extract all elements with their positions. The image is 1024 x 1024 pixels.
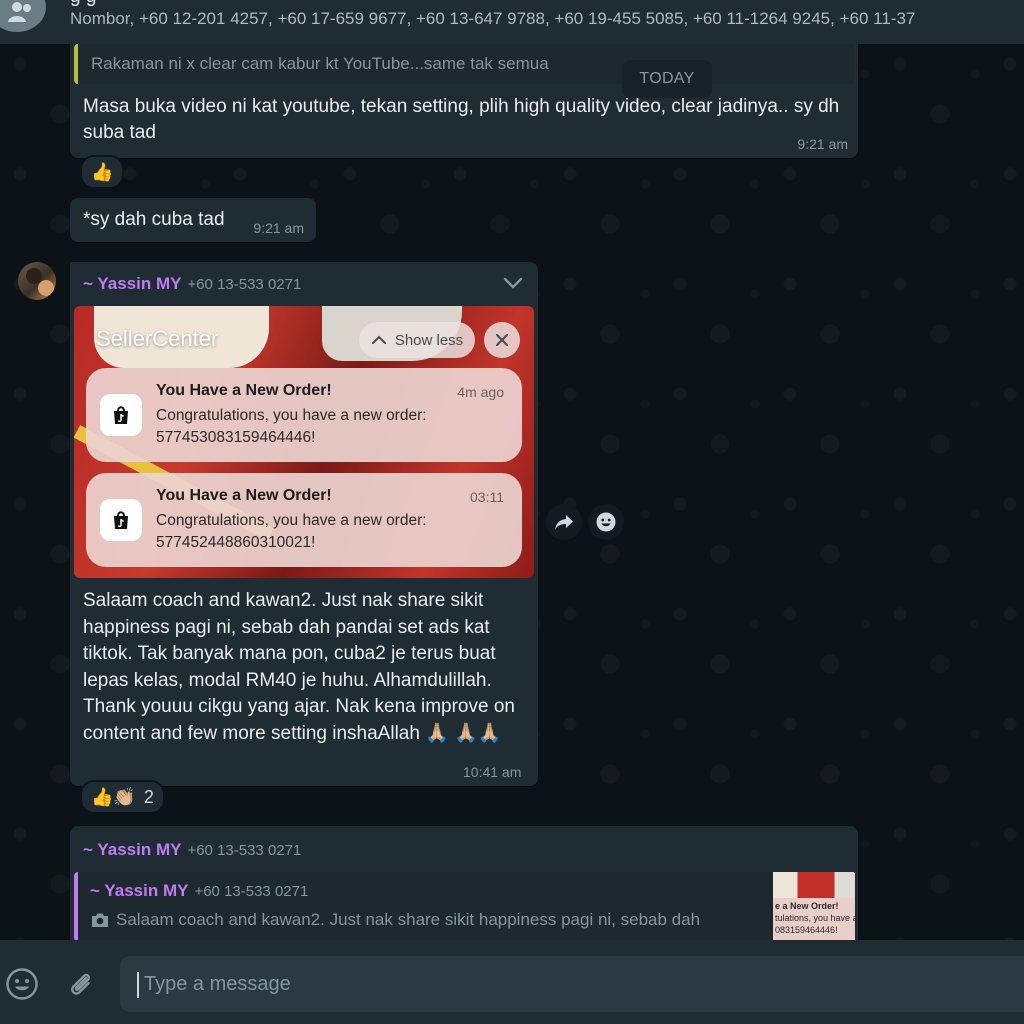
quoted-message[interactable]: ~ Yassin MY +60 13-533 0271 Salaam coach …	[74, 872, 856, 942]
emoji-icon	[596, 512, 616, 532]
show-less-label: Show less	[394, 331, 464, 349]
message-text: Salaam coach and kawan2. Just nak share …	[83, 590, 515, 744]
message-time: 9:21 am	[253, 220, 304, 236]
message-bubble[interactable]: Rakaman ni x clear cam kabur kt YouTube.…	[70, 44, 858, 158]
sender-line: ~ Yassin MY +60 13-533 0271	[83, 274, 301, 294]
chevron-down-icon[interactable]	[502, 276, 524, 290]
notification-time: 03:11	[470, 489, 504, 505]
group-avatar[interactable]	[0, 0, 46, 32]
participants-list: Nombor, +60 12-201 4257, +60 17-659 9677…	[70, 9, 916, 28]
quote-text: Salaam coach and kawan2. Just nak share …	[116, 910, 701, 929]
chevron-up-icon	[371, 335, 386, 344]
composer-bar	[0, 940, 1024, 1024]
message-time: 9:21 am	[797, 136, 848, 152]
quote-sender-line: ~ Yassin MY +60 13-533 0271	[90, 881, 308, 901]
avatar[interactable]	[18, 262, 56, 300]
seller-center-label: SellerCenter	[96, 326, 219, 351]
forward-button[interactable]	[546, 504, 582, 540]
sender-phone: +60 13-533 0271	[187, 276, 302, 293]
message-time: 10:41 am	[463, 764, 522, 780]
notification-body: Congratulations, you have a new order: 5…	[156, 407, 427, 446]
message-text: *sy dah cuba tad	[83, 209, 225, 230]
image-attachment[interactable]: SellerCenter Show less You Have a New Or…	[74, 306, 534, 578]
tiktok-shop-icon	[114, 511, 128, 529]
group-avatar-icon	[8, 2, 31, 22]
quote-bar	[74, 872, 78, 942]
emoji-icon	[6, 968, 38, 1000]
notification-title: You Have a New Order!	[156, 382, 332, 399]
chat-title: g g	[70, 0, 96, 8]
emoji-button[interactable]	[4, 966, 40, 1002]
forward-icon	[555, 515, 573, 530]
thumbnail-text: e a New Order! tulations, you have a ne …	[775, 900, 855, 936]
text-caret	[137, 972, 139, 998]
close-button	[484, 322, 520, 358]
chat-header[interactable]: g g Nombor, +60 12-201 4257, +60 17-659 …	[0, 0, 1024, 44]
sender-name[interactable]: ~ Yassin MY	[83, 274, 181, 293]
message-input[interactable]	[120, 956, 1024, 1012]
reaction-badge[interactable]: 👍👏🏼 2	[80, 780, 165, 814]
thumbnail-line: 083159464446!	[775, 925, 838, 935]
sender-line: ~ Yassin MY +60 13-533 0271	[83, 840, 301, 860]
notification-title: You Have a New Order!	[156, 487, 332, 504]
tiktok-shop-icon	[114, 406, 128, 424]
quote-bar	[74, 44, 78, 84]
sender-phone: +60 13-533 0271	[187, 842, 302, 859]
thumbnail-line: e a New Order!	[775, 901, 839, 911]
close-icon	[496, 334, 508, 346]
reaction-emoji: 👍	[91, 161, 114, 182]
thumbnail-line: tulations, you have a ne	[775, 913, 855, 923]
reaction-badge[interactable]: 👍	[80, 155, 125, 189]
message-bubble[interactable]: ~ Yassin MY +60 13-533 0271 ~ Yassin MY +6…	[70, 826, 858, 956]
reaction-emoji: 👍👏🏼	[91, 786, 136, 807]
quote-body: Salaam coach and kawan2. Just nak share …	[90, 910, 700, 930]
thumbnail-image	[773, 872, 855, 898]
attach-icon	[71, 973, 91, 995]
message-text: Masa buka video ni kat youtube, tekan se…	[83, 96, 840, 143]
react-button[interactable]	[588, 504, 624, 540]
avatar-detail	[38, 280, 54, 296]
camera-icon	[92, 913, 108, 927]
quoted-message[interactable]: Rakaman ni x clear cam kabur kt YouTube.…	[74, 44, 854, 84]
reaction-count: 2	[143, 786, 154, 807]
attach-button[interactable]	[62, 966, 98, 1002]
quote-thumbnail: e a New Order! tulations, you have a ne …	[773, 872, 855, 942]
notification-time: 4m ago	[457, 384, 504, 400]
show-less-button: Show less	[359, 322, 475, 358]
message-bubble[interactable]: *sy dah cuba tad 9:21 am	[70, 198, 316, 242]
quote-sender-phone: +60 13-533 0271	[194, 883, 309, 900]
app-icon	[100, 499, 142, 541]
notification-card: You Have a New Order! 4m ago Congratulat…	[86, 368, 522, 462]
quote-sender-name: ~ Yassin MY	[90, 881, 189, 900]
notification-card: You Have a New Order! 03:11 Congratulati…	[86, 473, 522, 567]
date-separator: TODAY	[622, 60, 712, 98]
notification-body: Congratulations, you have a new order: 5…	[156, 512, 427, 551]
sender-name[interactable]: ~ Yassin MY	[83, 840, 181, 859]
app-icon	[100, 394, 142, 436]
quote-text: Rakaman ni x clear cam kabur kt YouTube.…	[91, 54, 549, 73]
